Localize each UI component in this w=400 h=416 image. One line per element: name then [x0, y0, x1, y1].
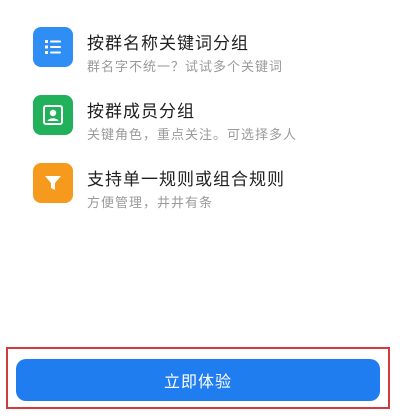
try-now-button[interactable]: 立即体验	[16, 359, 380, 401]
feature-title: 按群名称关键词分组	[87, 34, 249, 54]
highlight-frame: 立即体验	[6, 347, 390, 409]
user-icon	[33, 95, 73, 135]
filter-icon	[33, 163, 73, 203]
feature-member-grouping: 按群成员分组 关键角色，重点关注。可选择多人	[33, 95, 383, 155]
feature-description: 关键角色，重点关注。可选择多人	[87, 128, 298, 143]
feature-combined-rules: 支持单一规则或组合规则 方便管理，井井有条	[33, 163, 383, 223]
feature-title: 支持单一规则或组合规则	[87, 170, 285, 190]
feature-description: 方便管理，井井有条	[87, 196, 214, 211]
feature-title: 按群成员分组	[87, 102, 195, 122]
feature-description: 群名字不统一？试试多个关键词	[87, 60, 284, 75]
list-icon	[33, 27, 73, 67]
feature-keyword-grouping: 按群名称关键词分组 群名字不统一？试试多个关键词	[33, 27, 383, 87]
page: 按群名称关键词分组 群名字不统一？试试多个关键词 按群成员分组 关键角色，重点关…	[0, 0, 400, 416]
